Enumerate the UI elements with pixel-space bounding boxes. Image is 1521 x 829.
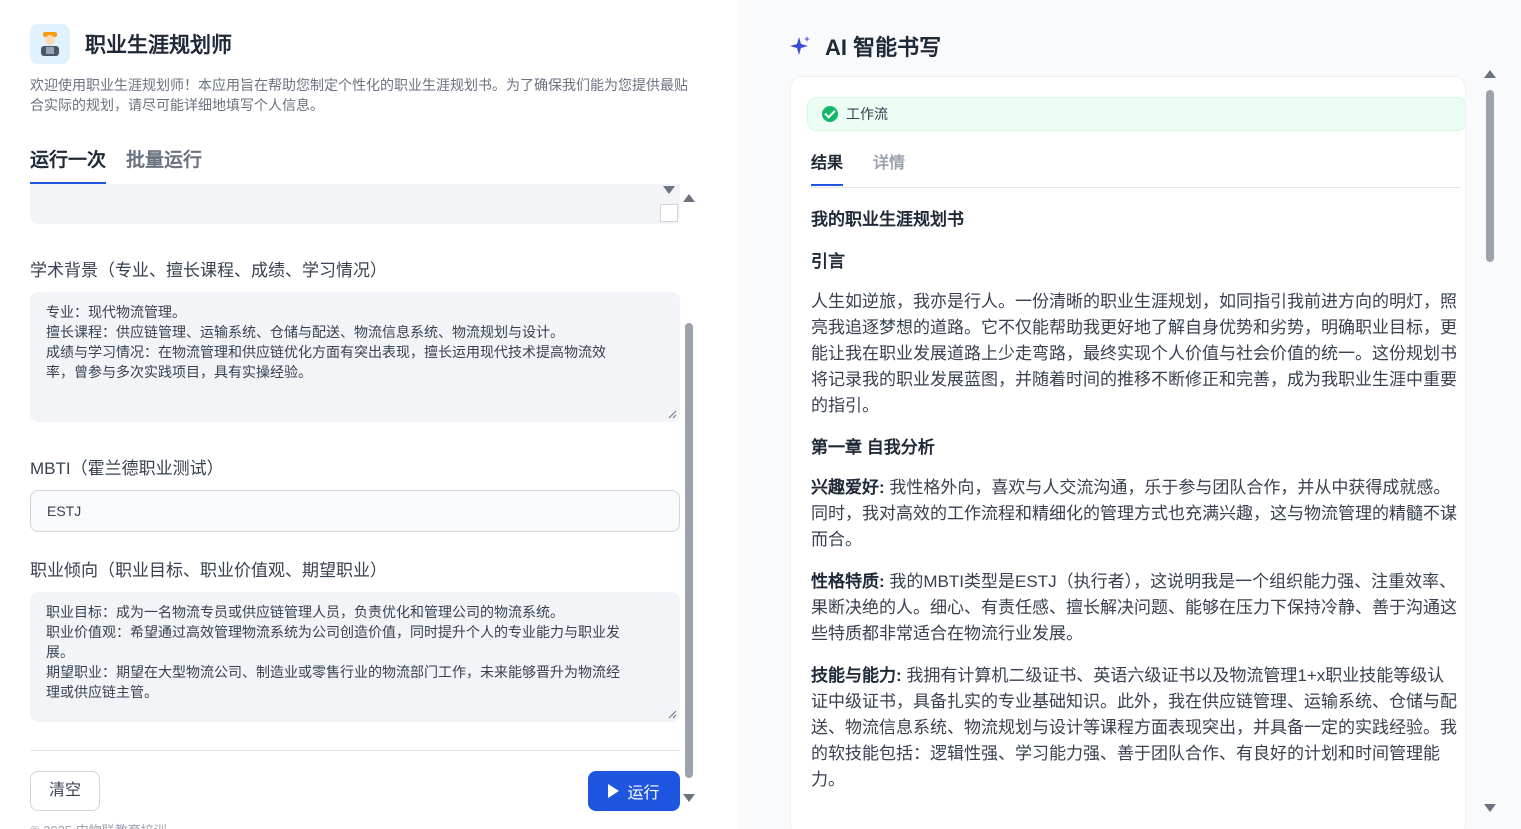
- result-card: 工作流 结果 详情 我的职业生涯规划书 引言 人生如逆旅，我亦是行人。一份清晰的…: [790, 76, 1466, 829]
- result-content: 我的职业生涯规划书 引言 人生如逆旅，我亦是行人。一份清晰的职业生涯规划，如同指…: [811, 207, 1461, 809]
- scroll-up-icon[interactable]: [683, 194, 695, 202]
- result-scrollbar[interactable]: [1484, 70, 1496, 812]
- run-mode-tabs: 运行一次 批量运行: [30, 145, 222, 185]
- academic-label: 学术背景（专业、擅长课程、成绩、学习情况）: [30, 261, 387, 280]
- footer-copyright: © 2025 中物联教育培训: [30, 820, 167, 829]
- check-circle-icon: [822, 106, 838, 122]
- career-label: 职业倾向（职业目标、职业价值观、期望职业）: [30, 561, 387, 580]
- sparkle-icon: [790, 36, 810, 55]
- workflow-label: 工作流: [846, 106, 888, 122]
- textarea-line: 职业目标：成为一名物流专员或供应链管理人员，负责优化和管理公司的物流系统。: [46, 604, 564, 620]
- workflow-status-bar[interactable]: 工作流: [807, 97, 1465, 131]
- analysis-item: 技能与能力: 我拥有计算机二级证书、英语六级证书以及物流管理1+x职业技能等级认…: [811, 663, 1461, 793]
- ai-writing-title: AI 智能书写: [825, 35, 942, 60]
- previous-textarea[interactable]: [30, 184, 680, 224]
- clear-button[interactable]: 清空: [30, 771, 100, 811]
- textarea-scroll-down-icon[interactable]: [663, 186, 675, 194]
- item-term: 性格特质:: [811, 572, 885, 591]
- chapter-heading: 第一章 自我分析: [811, 438, 935, 457]
- scroll-down-icon[interactable]: [1484, 804, 1496, 812]
- document-title: 我的职业生涯规划书: [811, 210, 964, 229]
- scroll-down-icon[interactable]: [683, 794, 695, 802]
- analysis-item: 兴趣爱好: 我性格外向，喜欢与人交流沟通，乐于参与团队合作，并从中获得成就感。同…: [811, 475, 1461, 553]
- item-text: 我性格外向，喜欢与人交流沟通，乐于参与团队合作，并从中获得成就感。同时，我对高效…: [811, 478, 1457, 549]
- textarea-line: 职业价值观：希望通过高效管理物流系统为公司创造价值，同时提升个人的专业能力与职业…: [46, 624, 620, 640]
- intro-paragraph: 人生如逆旅，我亦是行人。一份清晰的职业生涯规划，如同指引我前进方向的明灯，照亮我…: [811, 292, 1457, 415]
- textarea-resize-corner[interactable]: [660, 204, 678, 222]
- tab-result[interactable]: 结果: [811, 149, 844, 186]
- run-button-label: 运行: [627, 785, 660, 802]
- intro-heading: 引言: [811, 252, 845, 271]
- mbti-label: MBTI（霍兰德职业测试）: [30, 459, 224, 478]
- ai-writing-header: AI 智能书写: [789, 30, 941, 62]
- academic-textarea[interactable]: 专业：现代物流管理。 擅长课程：供应链管理、运输系统、仓储与配送、物流信息系统、…: [30, 292, 680, 422]
- output-panel: AI 智能书写 工作流 结果 详情 我的职业生涯规划书 引言 人生如逆旅，我亦是…: [738, 0, 1521, 829]
- item-text: 我拥有计算机二级证书、英语六级证书以及物流管理1+x职业技能等级认证中级证书，具…: [811, 666, 1457, 789]
- item-term: 技能与能力:: [811, 666, 902, 685]
- career-textarea[interactable]: 职业目标：成为一名物流专员或供应链管理人员，负责优化和管理公司的物流系统。 职业…: [30, 592, 680, 722]
- mbti-input[interactable]: ESTJ: [30, 490, 680, 532]
- tab-details[interactable]: 详情: [873, 149, 905, 186]
- resize-handle-icon[interactable]: [668, 410, 677, 419]
- textarea-line: 期望职业：期望在大型物流公司、制造业或零售行业的物流部门工作，未来能够晋升为物流…: [46, 664, 620, 680]
- input-panel: 职业生涯规划师 欢迎使用职业生涯规划师！本应用旨在帮助您制定个性化的职业生涯规划…: [0, 0, 738, 829]
- tab-batch-run[interactable]: 批量运行: [126, 145, 202, 185]
- tab-run-once[interactable]: 运行一次: [30, 145, 107, 185]
- item-term: 兴趣爱好:: [811, 478, 885, 497]
- run-button[interactable]: 运行: [588, 771, 680, 811]
- textarea-line: 率，曾参与多次实践项目，具有实操经验。: [46, 364, 312, 380]
- textarea-line: 专业：现代物流管理。: [46, 304, 186, 320]
- scrollbar-thumb[interactable]: [685, 323, 693, 778]
- app-header: 职业生涯规划师: [30, 24, 232, 64]
- textarea-line: 理或供应链主管。: [46, 684, 158, 700]
- form-scroll-area: 学术背景（专业、擅长课程、成绩、学习情况） 专业：现代物流管理。 擅长课程：供应…: [30, 184, 680, 750]
- textarea-line: 展。: [46, 644, 74, 660]
- textarea-line: 擅长课程：供应链管理、运输系统、仓储与配送、物流信息系统、物流规划与设计。: [46, 324, 564, 340]
- scrollbar-thumb[interactable]: [1486, 90, 1494, 262]
- result-tabs: 结果 详情: [811, 149, 1461, 188]
- scroll-up-icon[interactable]: [1484, 70, 1496, 78]
- play-icon: [608, 784, 620, 798]
- item-text: 我的MBTI类型是ESTJ（执行者），这说明我是一个组织能力强、注重效率、果断决…: [811, 572, 1457, 643]
- form-scrollbar[interactable]: [683, 190, 695, 802]
- divider: [30, 750, 680, 751]
- app-title: 职业生涯规划师: [85, 34, 232, 57]
- app-description: 欢迎使用职业生涯规划师！本应用旨在帮助您制定个性化的职业生涯规划书。为了确保我们…: [30, 77, 688, 113]
- worker-avatar-icon: [30, 24, 70, 64]
- textarea-line: 成绩与学习情况：在物流管理和供应链优化方面有突出表现，擅长运用现代技术提高物流效: [46, 344, 606, 360]
- resize-handle-icon[interactable]: [668, 710, 677, 719]
- analysis-item: 性格特质: 我的MBTI类型是ESTJ（执行者），这说明我是一个组织能力强、注重…: [811, 569, 1461, 647]
